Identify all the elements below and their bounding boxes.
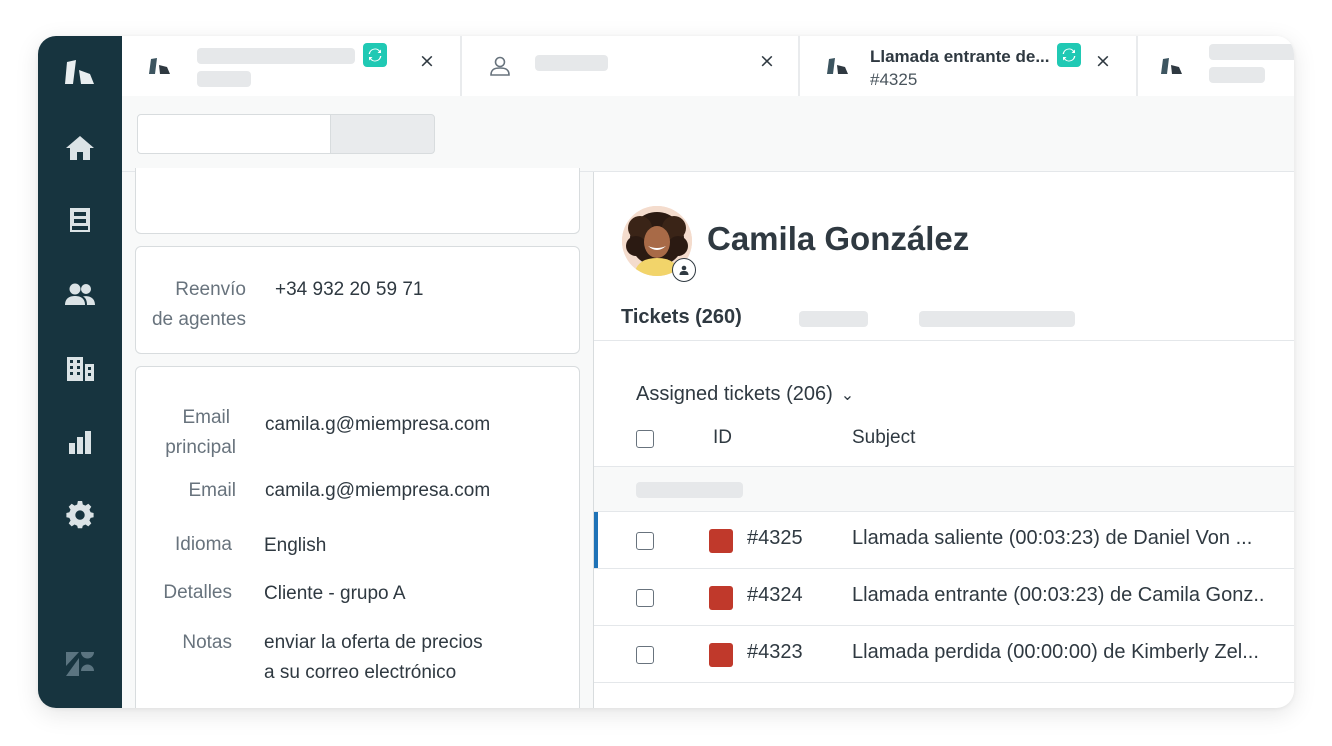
toolbar: [122, 96, 1294, 172]
chevron-down-icon: ⌄: [840, 387, 855, 404]
user-badge-icon: [672, 258, 696, 282]
ticket-subject[interactable]: Llamada saliente (00:03:23) de Daniel Vo…: [852, 527, 1252, 550]
field-label: Idioma: [174, 534, 232, 555]
column-header-id[interactable]: ID: [713, 427, 732, 449]
tab-ticket-1[interactable]: ×: [122, 36, 462, 96]
ticket-subject[interactable]: Llamada entrante (00:03:23) de Camila Go…: [852, 584, 1264, 607]
details-value[interactable]: Cliente - grupo A: [264, 579, 406, 609]
organizations-icon[interactable]: [64, 352, 96, 384]
home-icon[interactable]: [64, 132, 96, 164]
placeholder-subtitle: [197, 71, 251, 87]
details-card-top: [135, 168, 580, 234]
sync-badge-icon: [363, 43, 387, 67]
status-badge: [709, 643, 733, 667]
tab-tickets[interactable]: Tickets (260): [621, 306, 742, 329]
email-value[interactable]: camila.g@miempresa.com: [265, 476, 490, 506]
tab-placeholder[interactable]: [799, 311, 868, 327]
tab-ticket-active[interactable]: Llamada entrante de... #4325 ×: [800, 36, 1138, 96]
column-header-subject[interactable]: Subject: [852, 427, 915, 449]
ticket-icon: [827, 58, 848, 74]
user-name: Camila González: [707, 220, 970, 257]
close-icon[interactable]: ×: [418, 52, 436, 71]
sidebar: [38, 36, 122, 708]
forwarding-phone[interactable]: +34 932 20 59 71: [275, 275, 423, 305]
group-row: [594, 466, 1294, 512]
divider: [594, 340, 1294, 341]
toolbar-input[interactable]: [137, 114, 332, 154]
field-label: Reenvío: [175, 279, 246, 300]
ticket-id: #4324: [747, 584, 803, 606]
user-icon: [490, 56, 510, 76]
table-row[interactable]: #4324 Llamada entrante (00:03:23) de Cam…: [594, 569, 1294, 626]
row-checkbox[interactable]: [636, 532, 654, 550]
toolbar-button[interactable]: [330, 114, 435, 154]
notes-value[interactable]: enviar la oferta de precios: [264, 628, 483, 658]
assigned-tickets-filter[interactable]: Assigned tickets (206) ⌄: [636, 383, 854, 406]
filter-label: Assigned tickets (206): [636, 383, 833, 405]
tab-ticket-4[interactable]: [1138, 36, 1294, 96]
user-profile-panel: Camila González Tickets (260) Assigned t…: [593, 172, 1294, 708]
select-all-checkbox[interactable]: [636, 430, 654, 448]
table-row[interactable]: #4323 Llamada perdida (00:00:00) de Kimb…: [594, 626, 1294, 683]
close-icon[interactable]: ×: [758, 52, 776, 71]
group-placeholder: [636, 482, 743, 498]
field-label: Notas: [182, 632, 232, 653]
placeholder-title: [535, 55, 608, 71]
row-checkbox[interactable]: [636, 589, 654, 607]
app-window: × × Llamada entrante de... #4325 × Reenv…: [38, 36, 1294, 708]
zendesk-icon[interactable]: [64, 648, 96, 680]
tab-placeholder[interactable]: [919, 311, 1075, 327]
status-badge: [709, 529, 733, 553]
ticket-icon: [1161, 58, 1182, 74]
ticket-icon: [149, 58, 170, 74]
field-label: principal: [165, 437, 236, 458]
table-row[interactable]: #4325 Llamada saliente (00:03:23) de Dan…: [594, 512, 1294, 569]
contact-card: Email principal camila.g@miempresa.com E…: [135, 366, 580, 708]
close-icon[interactable]: ×: [1094, 52, 1112, 71]
field-label: Detalles: [163, 582, 232, 603]
placeholder-title: [197, 48, 355, 64]
tab-title: Llamada entrante de...: [870, 47, 1050, 66]
field-label: Email: [182, 407, 230, 428]
ticket-id: #4323: [747, 641, 803, 663]
ticket-subject[interactable]: Llamada perdida (00:00:00) de Kimberly Z…: [852, 641, 1259, 664]
field-label: Email: [188, 480, 236, 501]
language-value[interactable]: English: [264, 531, 326, 561]
tab-bar: × × Llamada entrante de... #4325 ×: [122, 36, 1294, 96]
notes-value[interactable]: a su correo electrónico: [264, 658, 456, 688]
email-primary-value[interactable]: camila.g@miempresa.com: [265, 410, 490, 440]
admin-gear-icon[interactable]: [64, 500, 96, 532]
tab-subtitle: #4325: [870, 70, 918, 89]
views-icon[interactable]: [64, 204, 96, 236]
sync-badge-icon: [1057, 43, 1081, 67]
placeholder-title: [1209, 44, 1294, 60]
status-badge: [709, 586, 733, 610]
reporting-icon[interactable]: [64, 426, 96, 458]
row-checkbox[interactable]: [636, 646, 654, 664]
user-details-panel: Reenvío de agentes +34 932 20 59 71 Emai…: [122, 168, 593, 708]
forwarding-card: Reenvío de agentes +34 932 20 59 71: [135, 246, 580, 354]
ticket-id: #4325: [747, 527, 803, 549]
placeholder-subtitle: [1209, 67, 1265, 83]
customers-icon[interactable]: [64, 278, 96, 310]
field-label: de agentes: [151, 309, 246, 330]
logo-icon[interactable]: [64, 56, 96, 88]
tab-user[interactable]: ×: [462, 36, 800, 96]
